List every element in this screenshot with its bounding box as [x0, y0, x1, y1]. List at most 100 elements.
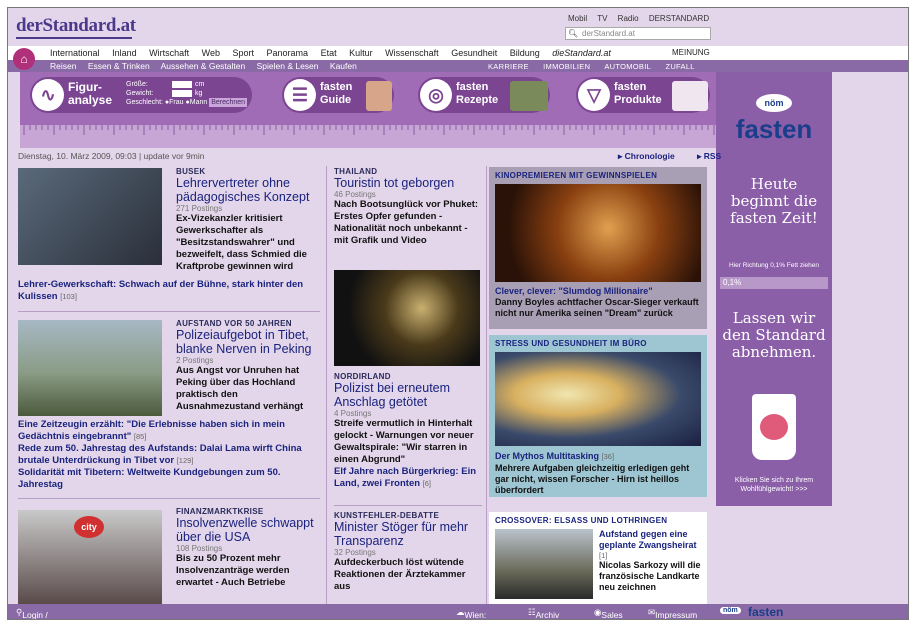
figur-analyse-widget[interactable]: ∿ Figur- analyse Größe: cm Gewicht: kg Ges… — [30, 77, 252, 113]
teaser: Danny Boyles achtfacher Oscar-Sieger ver… — [495, 297, 699, 318]
site-header: derStandard.at Mobil TV Radio DERSTANDAR… — [8, 8, 908, 46]
teaser: Mehrere Aufgaben gleichzeitig erledigen … — [495, 463, 690, 495]
nav-essen-trinken[interactable]: Essen & Trinken — [88, 61, 150, 71]
nav-wirtschaft[interactable]: Wirtschaft — [149, 48, 189, 58]
figur-title: Figur- analyse — [68, 80, 113, 107]
related-link[interactable]: Elf Jahre nach Bürgerkrieg: Ein Land, zw… — [334, 466, 482, 490]
headline-link[interactable]: Minister Stöger für mehr Transparenz — [334, 520, 482, 548]
top-link-derstandard[interactable]: DERSTANDARD — [649, 14, 709, 23]
noem-fasten-ad[interactable]: nöm fasten Heute beginnt die fasten Zeit… — [716, 72, 832, 506]
gewicht-input[interactable] — [172, 89, 192, 97]
search-input[interactable]: derStandard.at — [565, 27, 711, 40]
ad-brand: fasten — [735, 114, 813, 144]
nav-bildung[interactable]: Bildung — [510, 48, 540, 58]
footer-fasten-ad[interactable]: fasten — [748, 605, 783, 619]
login-link[interactable]: ⚲ Login / Registrierung — [16, 607, 48, 619]
postings-count[interactable]: 2 Postings — [176, 356, 318, 365]
postings-count[interactable]: 271 Postings — [176, 204, 316, 213]
sales-link[interactable]: ◉ Sales — [594, 607, 623, 619]
top-link-tv[interactable]: TV — [597, 14, 607, 23]
produkte-label-2: Produkte — [614, 94, 662, 106]
groesse-input[interactable] — [172, 80, 192, 88]
browser-page: derStandard.at Mobil TV Radio DERSTANDAR… — [7, 7, 909, 620]
search-icon[interactable]: 🔍︎ — [568, 29, 578, 38]
nav-etat[interactable]: Etat — [321, 48, 337, 58]
nav-diestandard[interactable]: dieStandard.at — [552, 48, 611, 58]
headline-link[interactable]: Lehrervertreter ohne pädagogisches Konze… — [176, 176, 316, 204]
groesse-label: Größe: — [126, 81, 148, 88]
nav-automobil[interactable]: AUTOMOBIL — [604, 62, 651, 71]
finance-photo[interactable]: city — [18, 510, 162, 604]
fasten-produkte-button[interactable]: ▽ fasten Produkte — [576, 77, 710, 113]
article-link[interactable]: Clever, clever: "Slumdog Millionaire" — [495, 285, 701, 297]
postings-count[interactable]: 108 Postings — [176, 544, 322, 553]
article-finance: FINANZMARKTKRISE Insolvenzwelle schwappt… — [176, 507, 322, 589]
top-link-mobil[interactable]: Mobil — [568, 14, 587, 23]
article-nordirland: NORDIRLAND Polizist bei erneutem Anschla… — [334, 372, 482, 490]
nav-kaufen[interactable]: Kaufen — [330, 61, 357, 71]
article-link[interactable]: Der Mythos Multitasking [36] — [495, 450, 701, 463]
postings-count[interactable]: 4 Postings — [334, 409, 482, 418]
postings-count[interactable]: 46 Postings — [334, 190, 482, 199]
slumdog-photo[interactable] — [495, 184, 701, 282]
geschlecht-label: Geschlecht: — [126, 99, 163, 106]
related-link[interactable]: Lehrer-Gewerkschaft: Schwach auf der Büh… — [18, 279, 318, 303]
ad-cta[interactable]: Klicken Sie sich zu Ihrem Wohlfühlgewich… — [720, 476, 828, 494]
brain-photo[interactable] — [495, 352, 701, 446]
divider — [18, 311, 320, 312]
nav-spielen-lesen[interactable]: Spielen & Lesen — [257, 61, 319, 71]
berechnen-button[interactable]: Berechnen — [209, 98, 248, 107]
sarkozy-photo[interactable] — [495, 529, 593, 599]
nav-gesundheit[interactable]: Gesundheit — [451, 48, 497, 58]
headline-link[interactable]: Polizeiaufgebot in Tibet, blanke Nerven … — [176, 328, 318, 356]
nav-zufall[interactable]: ZUFALL — [665, 62, 694, 71]
teaser[interactable]: Nicolas Sarkozy will die französische La… — [599, 560, 703, 593]
impressum-link[interactable]: ✉ Impressum — [648, 607, 697, 619]
nav-web[interactable]: Web — [202, 48, 220, 58]
nav-inland[interactable]: Inland — [112, 48, 137, 58]
fasten-rezepte-button[interactable]: ◎ fasten Rezepte — [418, 77, 550, 113]
teaser: Ex-Vizekanzler kritisiert Gewerkschafter… — [176, 213, 307, 272]
kicker: FINANZMARKTKRISE — [176, 507, 264, 516]
measuring-tape — [20, 125, 716, 148]
gewicht-label: Gewicht: — [126, 90, 154, 97]
headline-link[interactable]: Touristin tot geborgen — [334, 176, 482, 190]
teaser: Nach Bootsunglück vor Phuket: Erstes Opf… — [334, 199, 479, 246]
related-link[interactable]: Eine Zeitzeugin erzählt: "Die Erlebnisse… — [18, 419, 320, 443]
headline-link[interactable]: Polizist bei erneutem Anschlag getötet — [334, 381, 482, 409]
nav-wissenschaft[interactable]: Wissenschaft — [385, 48, 439, 58]
postings-count[interactable]: [1] — [599, 551, 703, 560]
rezepte-label-2: Rezepte — [456, 94, 499, 106]
related-link[interactable]: Rede zum 50. Jahrestag des Aufstands: Da… — [18, 443, 320, 467]
nordirland-photo[interactable] — [334, 270, 480, 366]
headline-link[interactable]: Insolvenzwelle schwappt über die USA — [176, 516, 322, 544]
footer-noem-logo[interactable]: nöm — [720, 607, 741, 614]
rezepte-label-1: fasten — [456, 81, 489, 93]
yogurt-cup-image — [752, 394, 796, 460]
site-logo[interactable]: derStandard.at — [16, 15, 136, 37]
fat-slider[interactable]: 0,1% — [720, 277, 828, 289]
postings-count[interactable]: 32 Postings — [334, 548, 482, 557]
nav-aussehen[interactable]: Aussehen & Gestalten — [161, 61, 246, 71]
tibet-photo[interactable] — [18, 320, 162, 416]
weather-link[interactable]: ☁ Wien: 5° — [456, 607, 486, 619]
busek-photo[interactable] — [18, 168, 162, 265]
nav-panorama[interactable]: Panorama — [267, 48, 309, 58]
nav-karriere[interactable]: KARRIERE — [488, 62, 529, 71]
nav-kultur[interactable]: Kultur — [349, 48, 373, 58]
guide-label-2: Guide — [320, 94, 352, 106]
rss-link[interactable]: ▸ RSS — [697, 151, 731, 161]
nav-reisen[interactable]: Reisen — [50, 61, 76, 71]
archiv-link[interactable]: ☷ Archiv — [528, 607, 559, 619]
home-icon[interactable]: ⌂ — [13, 48, 35, 70]
nav-immobilien[interactable]: IMMOBILIEN — [543, 62, 590, 71]
nav-international[interactable]: International — [50, 48, 100, 58]
fasten-guide-button[interactable]: ☰ fasten Guide — [282, 77, 394, 113]
related-link[interactable]: Solidarität mit Tibetern: Weltweite Kund… — [18, 467, 320, 491]
crossover-box: CROSSOVER: ELSASS UND LOTHRINGEN Aufstan… — [489, 512, 707, 604]
article-link[interactable]: Aufstand gegen eine geplante Zwangsheira… — [599, 529, 703, 551]
chronologie-link[interactable]: ▸ Chronologie — [618, 151, 685, 161]
nav-meinung[interactable]: MEINUNG — [672, 48, 710, 57]
nav-sport[interactable]: Sport — [233, 48, 255, 58]
top-link-radio[interactable]: Radio — [618, 14, 639, 23]
